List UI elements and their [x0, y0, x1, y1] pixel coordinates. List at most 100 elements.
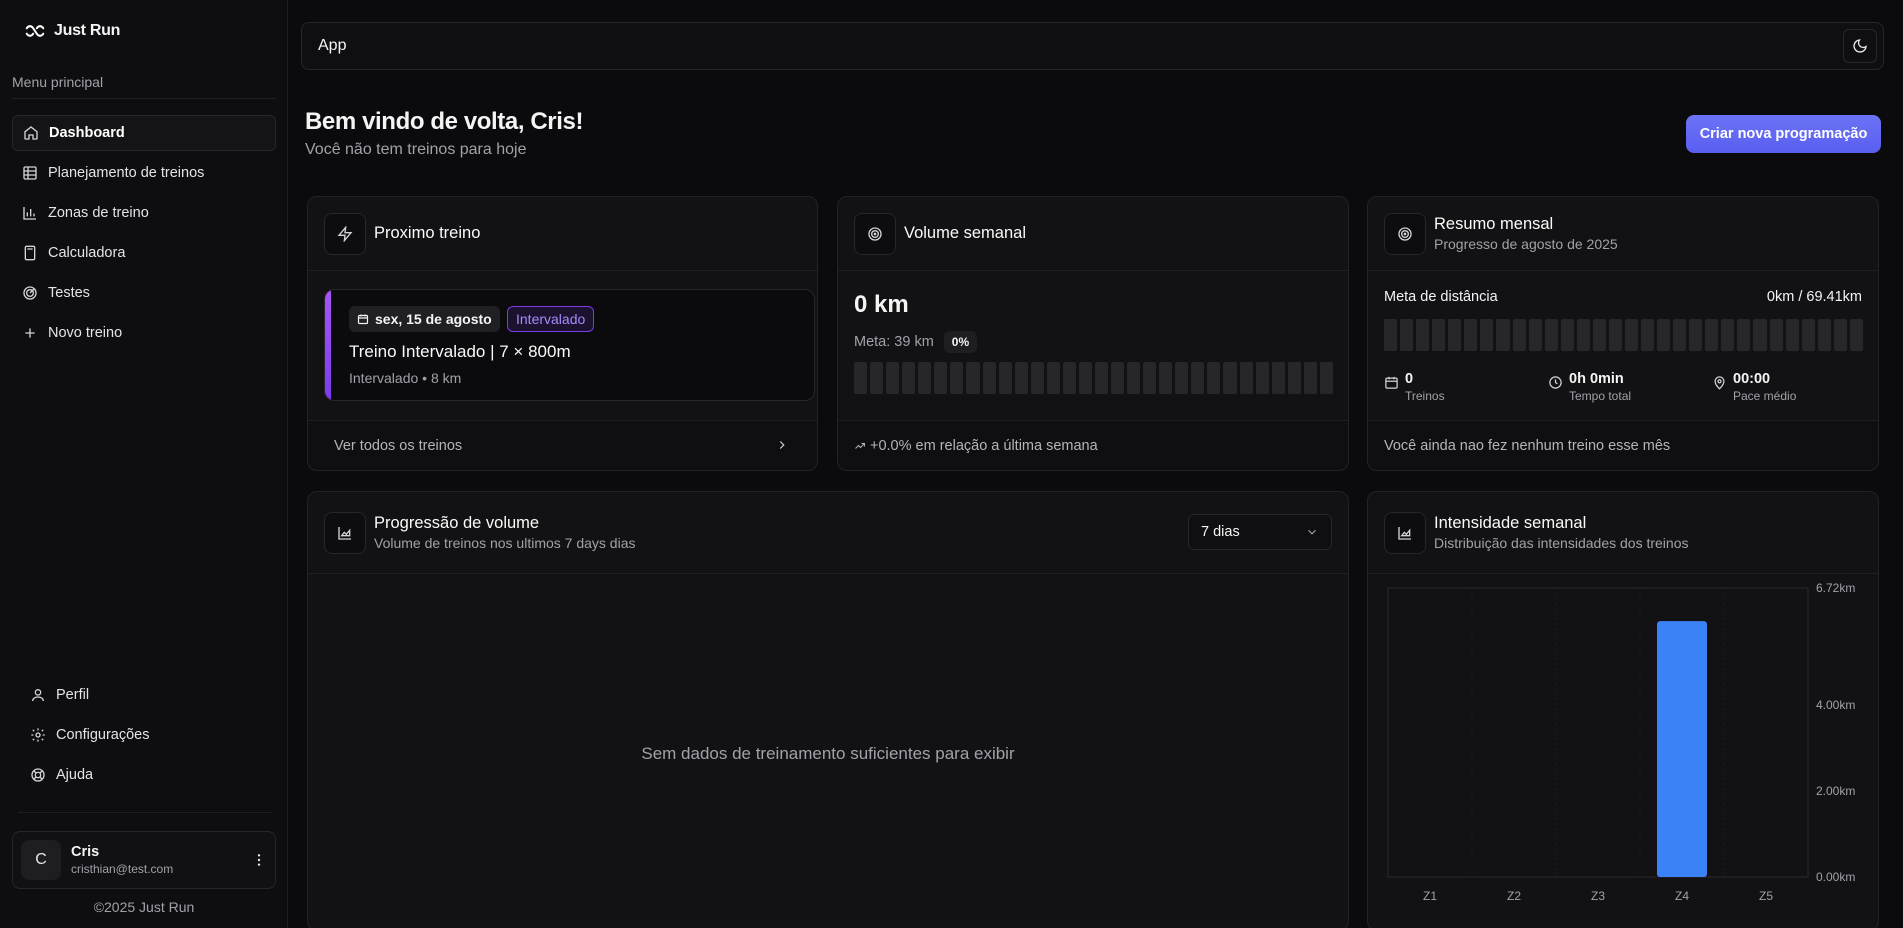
workout-date: sex, 15 de agosto: [375, 311, 492, 327]
card-header: Volume semanal: [838, 197, 1348, 271]
user-icon: [32, 689, 44, 702]
card-header: Progressão de volume Volume de treinos n…: [308, 492, 1348, 574]
monthly-footer: Você ainda nao fez nenhum treino esse mê…: [1368, 420, 1878, 470]
menu-title: Menu principal: [12, 74, 104, 90]
user-info: Cris cristhian@test.com: [71, 844, 251, 876]
progress-segment: [1801, 319, 1815, 351]
trending-up-icon: [855, 442, 865, 449]
progress-segment: [902, 362, 916, 394]
icon-box: [1384, 212, 1426, 255]
goal-row: Meta: 39 km 0%: [854, 331, 978, 353]
table-icon: [23, 166, 37, 180]
progress-segment: [1159, 362, 1173, 394]
progress-segment: [1078, 362, 1092, 394]
progress-segment: [1175, 362, 1189, 394]
sidebar-item-zones[interactable]: Zonas de treino: [12, 195, 276, 231]
y-tick-label: 2.00km: [1816, 784, 1855, 798]
progress-segment: [1705, 319, 1719, 351]
calculator-icon: [24, 245, 36, 261]
distance-label: Meta de distância: [1384, 289, 1498, 305]
target-icon: [868, 226, 882, 241]
monthly-progress-bar: [1384, 319, 1863, 351]
progress-segment: [966, 362, 980, 394]
progress-segment: [1400, 319, 1414, 351]
sidebar-item-dashboard[interactable]: Dashboard: [12, 115, 276, 151]
progress-segment: [1046, 362, 1060, 394]
progress-segment: [1062, 362, 1076, 394]
icon-box: [324, 212, 366, 255]
y-tick-label: 4.00km: [1816, 698, 1855, 712]
next-workout-card: Proximo treino sex, 15 de agosto Interva…: [307, 196, 818, 471]
date-badge: sex, 15 de agosto: [349, 306, 500, 332]
card-title: Resumo mensal: [1434, 215, 1554, 233]
sidebar-item-calculator[interactable]: Calculadora: [12, 235, 276, 271]
progress-segment: [1432, 319, 1446, 351]
icon-box: [854, 212, 896, 255]
trend-text: +0.0% em relação a última semana: [870, 437, 1098, 454]
sidebar-item-label: Ajuda: [56, 767, 94, 783]
monthly-summary-card: Resumo mensal Progresso de agosto de 202…: [1367, 196, 1879, 471]
brand-logo[interactable]: Just Run: [24, 20, 120, 42]
sidebar-item-profile[interactable]: Perfil: [20, 677, 276, 713]
sidebar-item-label: Zonas de treino: [48, 205, 149, 221]
sidebar-item-tests[interactable]: Testes: [12, 275, 276, 311]
workout-type-badge: Intervalado: [507, 306, 595, 332]
select-value: 7 dias: [1201, 524, 1240, 540]
progress-segment: [1111, 362, 1125, 394]
card-title: Progressão de volume: [374, 514, 540, 532]
progress-segment: [1592, 319, 1606, 351]
target-icon: [1398, 226, 1412, 241]
sidebar-item-help[interactable]: Ajuda: [20, 757, 276, 793]
x-tick-label: Z5: [1759, 889, 1773, 903]
user-card[interactable]: C Cris cristhian@test.com: [12, 831, 276, 889]
progress-segment: [1255, 362, 1269, 394]
progress-segment: [1207, 362, 1221, 394]
stat-value: 00:00: [1733, 371, 1771, 387]
clock-icon: [1549, 376, 1562, 389]
progress-segment: [934, 362, 948, 394]
x-tick-label: Z1: [1423, 889, 1437, 903]
create-program-button[interactable]: Criar nova programação: [1686, 115, 1881, 153]
card-title: Intensidade semanal: [1434, 514, 1587, 532]
sidebar: Just Run Menu principal Dashboard Planej…: [0, 0, 288, 928]
workout-title: Treino Intervalado | 7 × 800m: [349, 342, 571, 361]
stat-label: Pace médio: [1733, 389, 1797, 403]
percent-badge: 0%: [943, 331, 978, 353]
sidebar-item-settings[interactable]: Configurações: [20, 717, 276, 753]
period-select[interactable]: 7 dias: [1188, 514, 1332, 550]
progress-segment: [1769, 319, 1783, 351]
progress-segment: [982, 362, 996, 394]
next-workout-item[interactable]: sex, 15 de agosto Intervalado Treino Int…: [324, 289, 815, 401]
progress-segment: [1271, 362, 1285, 394]
progress-segment: [1624, 319, 1638, 351]
page-subtitle: Você não tem treinos para hoje: [305, 141, 527, 158]
progress-segment: [854, 362, 868, 394]
progress-segment: [1544, 319, 1558, 351]
weekly-intensity-card: Intensidade semanal Distribuição das int…: [1367, 491, 1879, 928]
progress-segment: [1721, 319, 1735, 351]
card-header: Proximo treino: [308, 197, 817, 271]
theme-toggle-button[interactable]: [1843, 29, 1877, 63]
accent-bar: [325, 290, 331, 400]
progress-segment: [1608, 319, 1622, 351]
page-title: Bem vindo de volta, Cris!: [305, 108, 584, 135]
weekly-distance: 0 km: [854, 291, 909, 318]
progress-segment: [1480, 319, 1494, 351]
more-vertical-icon[interactable]: [251, 852, 267, 868]
view-all-workouts-link[interactable]: Ver todos os treinos: [308, 420, 817, 470]
footer-text: Você ainda nao fez nenhum treino esse mê…: [1384, 437, 1671, 454]
sidebar-item-planning[interactable]: Planejamento de treinos: [12, 155, 276, 191]
weekly-progress-bar: [854, 362, 1333, 394]
sidebar-item-label: Novo treino: [48, 325, 123, 341]
moon-icon: [1853, 39, 1867, 53]
goal-label: Meta: 39 km: [854, 334, 934, 350]
progress-segment: [1416, 319, 1430, 351]
progress-segment: [1014, 362, 1028, 394]
bar-chart-icon: [23, 207, 36, 220]
stat-average-pace: 00:00 Pace médio: [1712, 371, 1796, 403]
progress-segment: [1094, 362, 1108, 394]
sidebar-item-new-workout[interactable]: Novo treino: [12, 315, 276, 351]
progress-segment: [1560, 319, 1574, 351]
sidebar-item-label: Configurações: [56, 727, 150, 743]
progress-segment: [1319, 362, 1333, 394]
